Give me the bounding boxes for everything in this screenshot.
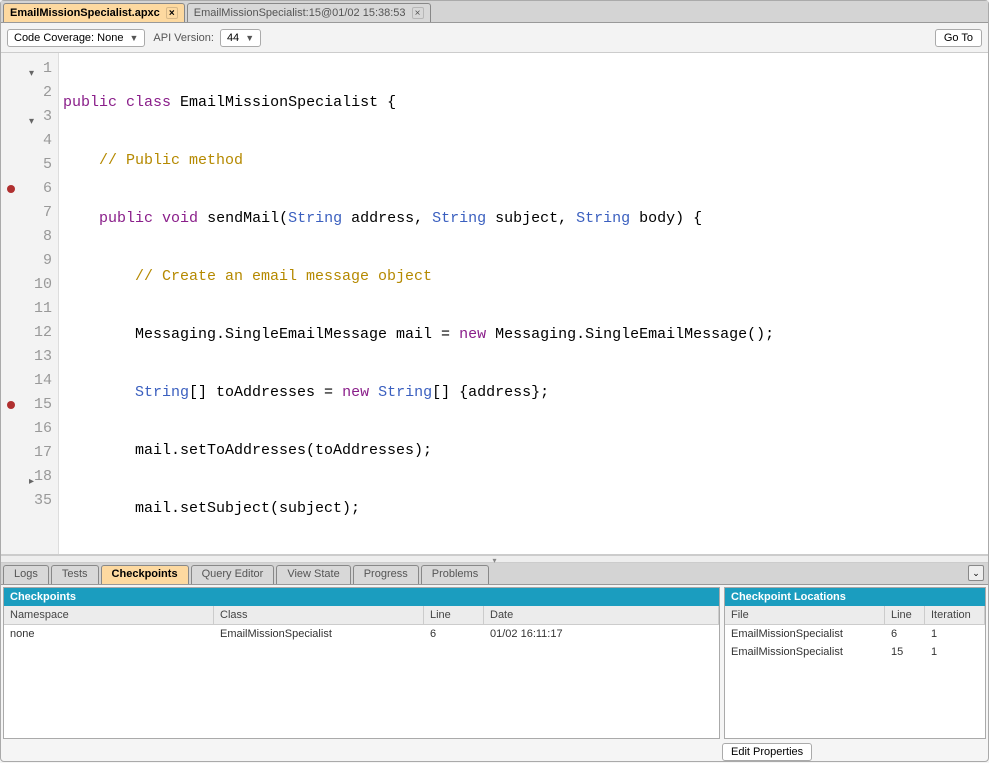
file-tab-bar: EmailMissionSpecialist.apxc × EmailMissi… (1, 1, 988, 23)
goto-button[interactable]: Go To (935, 29, 982, 47)
cell: EmailMissionSpecialist (725, 625, 885, 643)
api-version-label: API Version: (153, 32, 214, 44)
bottom-tab-checkpoints[interactable]: Checkpoints (101, 565, 189, 584)
bottom-tab-problems[interactable]: Problems (421, 565, 489, 584)
cell: 6 (424, 625, 484, 643)
splitter-handle[interactable]: ▾ (1, 555, 988, 563)
file-tab-label: EmailMissionSpecialist.apxc (10, 7, 160, 19)
line-number[interactable]: 12 (1, 321, 58, 345)
table-headers: File Line Iteration (725, 606, 985, 625)
code-coverage-dropdown[interactable]: Code Coverage: None ▼ (7, 29, 145, 47)
checkpoint-locations-panel: Checkpoint Locations File Line Iteration… (724, 587, 986, 739)
line-number[interactable]: 3▾ (1, 105, 58, 129)
column-header[interactable]: Line (424, 606, 484, 624)
table-row[interactable]: EmailMissionSpecialist151 (725, 643, 985, 661)
cell: 01/02 16:11:17 (484, 625, 719, 643)
bottom-tab-tests[interactable]: Tests (51, 565, 99, 584)
column-header[interactable]: Class (214, 606, 424, 624)
line-number[interactable]: 8 (1, 225, 58, 249)
expand-panel-icon[interactable]: ⌄ (968, 565, 984, 581)
breakpoint-icon[interactable] (7, 185, 15, 193)
column-header[interactable]: Date (484, 606, 719, 624)
table-row[interactable]: noneEmailMissionSpecialist601/02 16:11:1… (4, 625, 719, 643)
gutter[interactable]: 1▾23▾456789101112131415161718▸35 (1, 53, 59, 554)
cell: 6 (885, 625, 925, 643)
line-number[interactable]: 2 (1, 81, 58, 105)
bottom-tab-view-state[interactable]: View State (276, 565, 350, 584)
bottom-tab-bar: LogsTestsCheckpointsQuery EditorView Sta… (1, 563, 988, 585)
api-version-dropdown[interactable]: 44 ▼ (220, 29, 261, 47)
line-number[interactable]: 4 (1, 129, 58, 153)
file-tab-label: EmailMissionSpecialist:15@01/02 15:38:53 (194, 7, 406, 19)
cell: 15 (885, 643, 925, 661)
table-body: noneEmailMissionSpecialist601/02 16:11:1… (4, 625, 719, 738)
table-body: EmailMissionSpecialist61EmailMissionSpec… (725, 625, 985, 738)
cell: 1 (925, 625, 985, 643)
chevron-down-icon: ▼ (245, 33, 254, 43)
line-number[interactable]: 10 (1, 273, 58, 297)
bottom-panel-row: Checkpoints Namespace Class Line Date no… (1, 585, 988, 741)
panel-title: Checkpoints (4, 588, 719, 606)
line-number[interactable]: 18▸ (1, 465, 58, 489)
column-header[interactable]: Line (885, 606, 925, 624)
line-number[interactable]: 1▾ (1, 57, 58, 81)
code-editor[interactable]: 1▾23▾456789101112131415161718▸35 public … (1, 53, 988, 555)
code-area[interactable]: public class EmailMissionSpecialist { //… (59, 53, 988, 554)
line-number[interactable]: 14 (1, 369, 58, 393)
bottom-tab-logs[interactable]: Logs (3, 565, 49, 584)
cell: 1 (925, 643, 985, 661)
line-number[interactable]: 17 (1, 441, 58, 465)
column-header[interactable]: Iteration (925, 606, 985, 624)
line-number[interactable]: 7 (1, 201, 58, 225)
table-headers: Namespace Class Line Date (4, 606, 719, 625)
checkpoints-panel: Checkpoints Namespace Class Line Date no… (3, 587, 720, 739)
line-number[interactable]: 5 (1, 153, 58, 177)
bottom-tab-query-editor[interactable]: Query Editor (191, 565, 275, 584)
breakpoint-icon[interactable] (7, 401, 15, 409)
line-number[interactable]: 6 (1, 177, 58, 201)
chevron-down-icon: ▼ (129, 33, 138, 43)
column-header[interactable]: Namespace (4, 606, 214, 624)
line-number[interactable]: 13 (1, 345, 58, 369)
column-header[interactable]: File (725, 606, 885, 624)
code-coverage-value: Code Coverage: None (14, 32, 123, 44)
panel-title: Checkpoint Locations (725, 588, 985, 606)
close-icon[interactable]: × (412, 7, 424, 19)
line-number[interactable]: 16 (1, 417, 58, 441)
line-number[interactable]: 9 (1, 249, 58, 273)
file-tab-active[interactable]: EmailMissionSpecialist.apxc × (3, 3, 185, 22)
line-number[interactable]: 15 (1, 393, 58, 417)
footer-row: Edit Properties (1, 741, 988, 763)
cell: none (4, 625, 214, 643)
line-number[interactable]: 11 (1, 297, 58, 321)
api-version-value: 44 (227, 32, 239, 44)
table-row[interactable]: EmailMissionSpecialist61 (725, 625, 985, 643)
toolbar: Code Coverage: None ▼ API Version: 44 ▼ … (1, 23, 988, 53)
close-icon[interactable]: × (166, 7, 178, 19)
bottom-tab-progress[interactable]: Progress (353, 565, 419, 584)
cell: EmailMissionSpecialist (725, 643, 885, 661)
edit-properties-button[interactable]: Edit Properties (722, 743, 812, 761)
line-number[interactable]: 35 (1, 489, 58, 513)
cell: EmailMissionSpecialist (214, 625, 424, 643)
file-tab[interactable]: EmailMissionSpecialist:15@01/02 15:38:53… (187, 3, 431, 22)
